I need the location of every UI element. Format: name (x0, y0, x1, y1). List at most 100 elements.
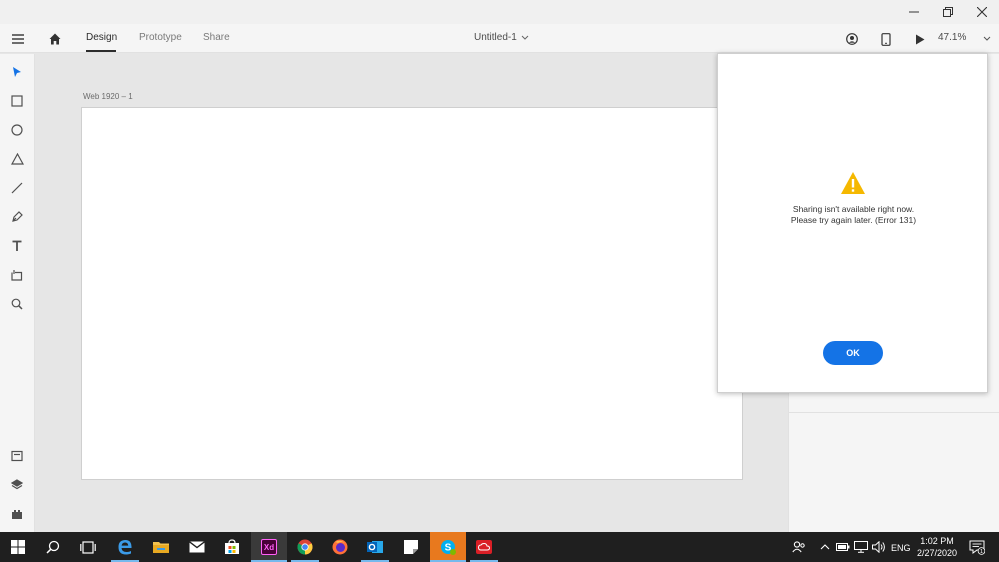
plugins-panel-button[interactable] (8, 505, 26, 523)
edge-icon (118, 540, 132, 555)
taskbar-chrome[interactable] (288, 532, 322, 562)
outlook-icon (367, 541, 383, 553)
network-button[interactable] (852, 532, 870, 562)
plugins-icon (12, 510, 22, 519)
error-message-line-2: Please try again later. (Error 131) (790, 215, 917, 225)
taskbar-creative-cloud[interactable] (467, 532, 501, 562)
artboard-label[interactable]: Web 1920 – 1 (83, 92, 133, 101)
people-button[interactable] (788, 532, 810, 562)
taskbar-adobe-xd[interactable]: Xd (251, 532, 287, 562)
layers-panel-button[interactable] (8, 476, 26, 494)
chevron-up-icon (820, 544, 830, 550)
taskbar-firefox[interactable] (323, 532, 357, 562)
windows-logo-icon (11, 540, 25, 554)
user-icon (846, 33, 858, 45)
zoom-icon (11, 298, 23, 310)
error-message: Sharing isn't available right now. Pleas… (718, 204, 989, 226)
chevron-down-icon (983, 36, 991, 41)
device-preview-button[interactable] (876, 29, 896, 49)
taskbar-edge[interactable] (108, 532, 142, 562)
play-icon (916, 34, 925, 44)
minimize-button[interactable] (897, 0, 931, 24)
firefox-icon (332, 539, 348, 555)
pen-icon (12, 211, 23, 222)
restore-icon (943, 7, 953, 17)
app-header: Design Prototype Share Untitled-1 47.1% (0, 24, 999, 53)
action-center-button[interactable]: 1 (965, 532, 989, 562)
notification-icon: 1 (969, 540, 985, 555)
taskbar-mail[interactable] (180, 532, 214, 562)
taskbar-store[interactable] (215, 532, 249, 562)
layers-icon (11, 479, 23, 490)
adobe-xd-icon: Xd (261, 539, 277, 555)
tab-prototype[interactable]: Prototype (139, 32, 182, 43)
zoom-dropdown-button[interactable] (977, 29, 997, 49)
polygon-tool[interactable] (8, 150, 26, 168)
select-tool[interactable] (8, 63, 26, 81)
line-icon (11, 182, 23, 194)
assets-icon (11, 450, 23, 462)
text-tool[interactable] (8, 237, 26, 255)
input-language[interactable]: ENG (891, 543, 911, 553)
document-title-dropdown[interactable]: Untitled-1 (474, 32, 529, 43)
network-icon (854, 541, 868, 553)
ellipse-tool[interactable] (8, 121, 26, 139)
panel-divider (789, 412, 999, 413)
home-button[interactable] (45, 29, 65, 49)
assets-panel-button[interactable] (8, 447, 26, 465)
battery-icon (836, 543, 850, 551)
show-hidden-icons-button[interactable] (818, 532, 832, 562)
search-icon (46, 540, 60, 554)
hamburger-menu-button[interactable] (8, 29, 28, 49)
tab-share[interactable]: Share (203, 32, 230, 43)
clock-date: 2/27/2020 (916, 548, 958, 558)
restore-button[interactable] (931, 0, 965, 24)
clock-time: 1:02 PM (920, 536, 954, 546)
ok-button[interactable]: OK (823, 341, 883, 365)
zoom-level[interactable]: 47.1% (938, 32, 966, 43)
hamburger-icon (12, 34, 24, 44)
store-bag-icon (225, 539, 239, 554)
rectangle-tool[interactable] (8, 92, 26, 110)
creative-cloud-icon (476, 540, 492, 554)
people-icon (792, 541, 805, 553)
taskbar-search-button[interactable] (36, 532, 70, 562)
artboard[interactable] (81, 107, 743, 480)
text-icon (12, 240, 22, 251)
artboard-tool[interactable] (8, 266, 26, 284)
zoom-tool[interactable] (8, 295, 26, 313)
windows-taskbar: Xd S ENG 1:02 PM 2/27/2020 1 (0, 532, 999, 562)
account-button[interactable] (842, 29, 862, 49)
error-message-line-1: Sharing isn't available right now. (792, 204, 915, 214)
task-view-icon (80, 540, 96, 554)
desktop-preview-button[interactable] (910, 29, 930, 49)
close-button[interactable] (965, 0, 999, 24)
speaker-icon (872, 541, 885, 553)
line-tool[interactable] (8, 179, 26, 197)
folder-icon (153, 542, 169, 553)
taskbar-outlook[interactable] (358, 532, 392, 562)
skype-icon: S (441, 540, 456, 555)
warning-icon (841, 172, 865, 194)
start-button[interactable] (0, 532, 36, 562)
taskbar-sticky-notes[interactable] (394, 532, 428, 562)
window-titlebar (0, 0, 999, 24)
tab-design[interactable]: Design (86, 32, 117, 43)
taskbar-skype[interactable]: S (430, 532, 466, 562)
sticky-notes-icon (404, 540, 418, 554)
taskbar-file-explorer[interactable] (144, 532, 178, 562)
volume-button[interactable] (870, 532, 888, 562)
document-title: Untitled-1 (474, 32, 517, 43)
rectangle-icon (11, 95, 23, 107)
active-tab-indicator (86, 50, 116, 52)
artboard-icon (11, 270, 23, 281)
task-view-button[interactable] (70, 532, 106, 562)
minimize-icon (909, 11, 919, 13)
close-icon (977, 7, 987, 17)
mail-icon (189, 541, 205, 553)
battery-button[interactable] (834, 532, 852, 562)
tool-bar (0, 54, 35, 532)
mobile-device-icon (881, 32, 891, 46)
system-clock[interactable]: 1:02 PM 2/27/2020 (912, 535, 962, 559)
pen-tool[interactable] (8, 208, 26, 226)
